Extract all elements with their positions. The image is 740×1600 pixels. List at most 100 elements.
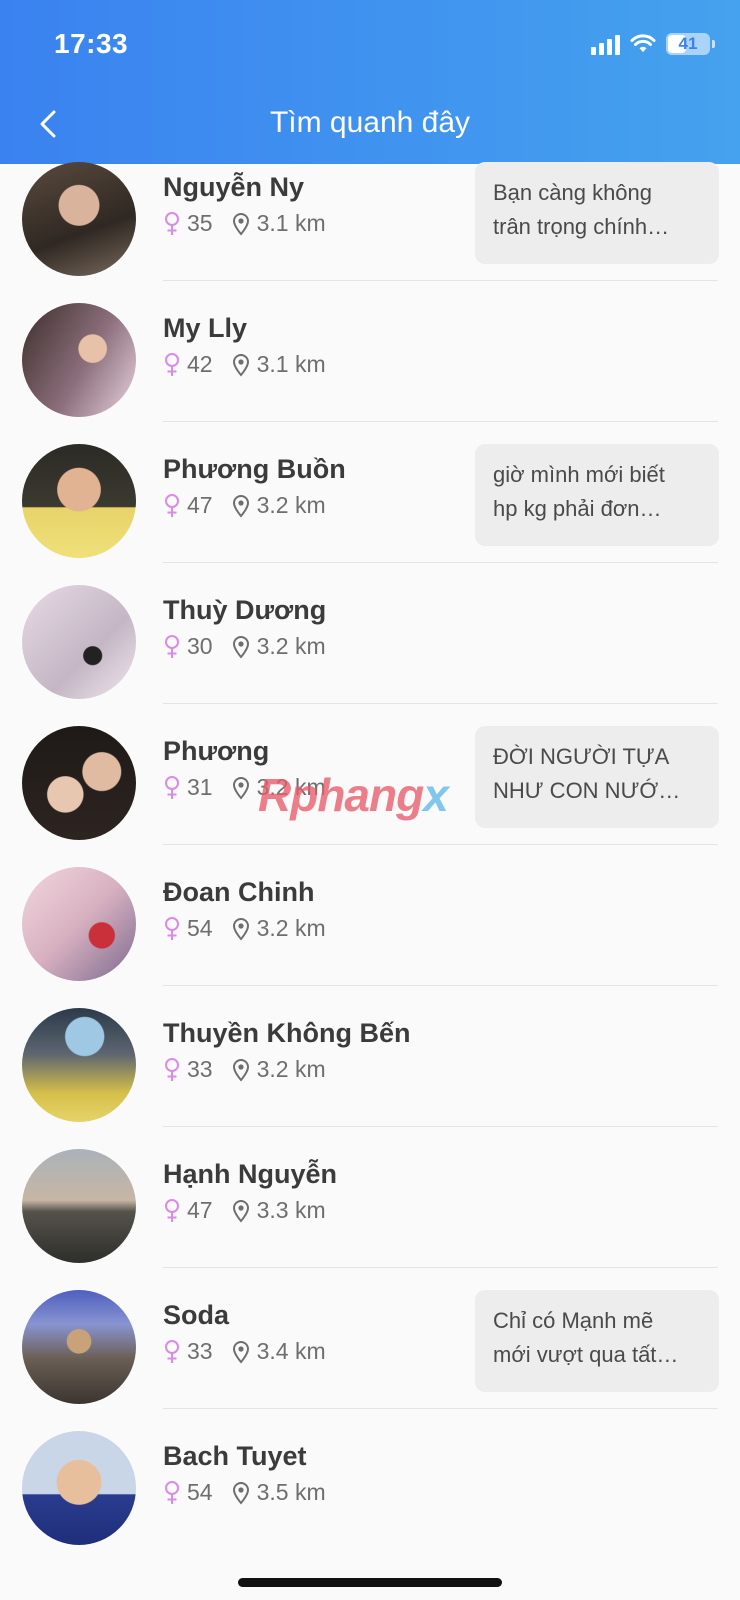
user-meta: 47 3.2 km [163,492,326,519]
divider [163,280,718,281]
female-gender-icon [165,493,179,517]
user-distance: 3.1 km [256,210,326,236]
status-text-line2: trân trọng chính… [493,214,670,239]
female-gender-icon [165,211,179,235]
female-gender-icon [165,1057,179,1081]
location-pin-icon [232,1199,249,1223]
user-row[interactable]: Thuyền Không Bến 33 3.2 km [0,1008,740,1149]
avatar[interactable] [22,1149,136,1263]
user-row[interactable]: Nguyễn Ny 35 3.1 km Bạn càng không trân … [0,162,740,303]
user-age: 30 [187,633,213,659]
user-distance: 3.1 km [256,351,326,377]
user-meta: 54 3.5 km [163,1479,326,1506]
user-age: 33 [187,1056,213,1082]
female-gender-icon [165,1339,179,1363]
female-gender-icon [165,916,179,940]
status-text-line1: ĐỜI NGƯỜI TỰA [493,744,670,769]
user-name: Bach Tuyet [163,1441,307,1471]
user-distance: 3.3 km [256,1197,326,1223]
status-bubble[interactable]: Chỉ có Mạnh mẽ mới vượt qua tất… [475,1290,719,1392]
user-age: 47 [187,492,213,518]
battery-icon: 41 [666,33,715,55]
avatar[interactable] [22,162,136,276]
status-bubble[interactable]: giờ mình mới biết hp kg phải đơn… [475,444,719,546]
user-age: 33 [187,1338,213,1364]
avatar[interactable] [22,585,136,699]
top-app-bar: 17:33 41 Tìm quanh đây [0,0,740,164]
user-name: Thuyền Không Bến [163,1018,411,1048]
location-pin-icon [232,1340,249,1364]
wifi-icon [630,34,656,52]
user-row[interactable]: Thuỳ Dương 30 3.2 km [0,585,740,726]
divider [163,1126,718,1127]
status-text-line1: Chỉ có Mạnh mẽ [493,1308,654,1333]
status-bubble[interactable]: Bạn càng không trân trọng chính… [475,162,719,264]
user-meta: 47 3.3 km [163,1197,326,1224]
user-age: 35 [187,210,213,236]
user-meta: 54 3.2 km [163,915,326,942]
status-text-line2: mới vượt qua tất… [493,1342,679,1367]
user-row[interactable]: Phương Buồn 47 3.2 km giờ mình mới biết … [0,444,740,585]
location-pin-icon [232,353,249,377]
user-age: 47 [187,1197,213,1223]
user-meta: 35 3.1 km [163,210,326,237]
avatar[interactable] [22,303,136,417]
user-meta: 33 3.4 km [163,1338,326,1365]
avatar[interactable] [22,444,136,558]
location-pin-icon [232,917,249,941]
avatar[interactable] [22,1008,136,1122]
user-meta: 30 3.2 km [163,633,326,660]
status-icons: 41 [591,30,715,58]
user-row[interactable]: Đoan Chinh 54 3.2 km [0,867,740,1008]
divider [163,985,718,986]
user-age: 31 [187,774,213,800]
user-name: Phương [163,736,270,766]
user-distance: 3.4 km [256,1338,326,1364]
status-text-line2: NHƯ CON NƯỚ… [493,778,681,803]
battery-level: 41 [678,34,698,53]
location-pin-icon [232,776,249,800]
location-pin-icon [232,212,249,236]
location-pin-icon [232,1058,249,1082]
user-name: Nguyễn Ny [163,172,305,202]
user-distance: 3.2 km [256,633,326,659]
location-pin-icon [232,494,249,518]
user-name: Soda [163,1300,230,1330]
female-gender-icon [165,1198,179,1222]
watermark: Rphangx [258,769,449,821]
female-gender-icon [165,634,179,658]
user-meta: 33 3.2 km [163,1056,326,1083]
user-age: 42 [187,351,213,377]
avatar[interactable] [22,726,136,840]
user-name: Phương Buồn [163,454,346,484]
user-distance: 3.2 km [256,915,326,941]
status-text-line2: hp kg phải đơn… [493,496,662,521]
divider [163,562,718,563]
divider [163,1267,718,1268]
divider [163,421,718,422]
avatar[interactable] [22,867,136,981]
female-gender-icon [165,1480,179,1504]
user-name: My Lly [163,313,248,343]
user-distance: 3.5 km [256,1479,326,1505]
location-pin-icon [232,1481,249,1505]
user-age: 54 [187,1479,213,1505]
user-meta: 42 3.1 km [163,351,326,378]
divider [163,844,718,845]
status-text-line1: giờ mình mới biết [493,462,665,487]
user-row[interactable]: My Lly 42 3.1 km [0,303,740,444]
cellular-signal-icon [591,33,620,55]
user-row[interactable]: Soda 33 3.4 km Chỉ có Mạnh mẽ mới vượt q… [0,1290,740,1431]
avatar[interactable] [22,1431,136,1545]
female-gender-icon [165,775,179,799]
user-age: 54 [187,915,213,941]
user-row[interactable]: Hạnh Nguyễn 47 3.3 km [0,1149,740,1290]
female-gender-icon [165,352,179,376]
user-name: Thuỳ Dương [163,595,327,625]
user-row[interactable]: Bach Tuyet 54 3.5 km [0,1431,740,1572]
divider [163,1408,718,1409]
page-title: Tìm quanh đây [269,106,471,139]
avatar[interactable] [22,1290,136,1404]
status-bubble[interactable]: ĐỜI NGƯỜI TỰA NHƯ CON NƯỚ… [475,726,719,828]
user-distance: 3.2 km [256,1056,326,1082]
